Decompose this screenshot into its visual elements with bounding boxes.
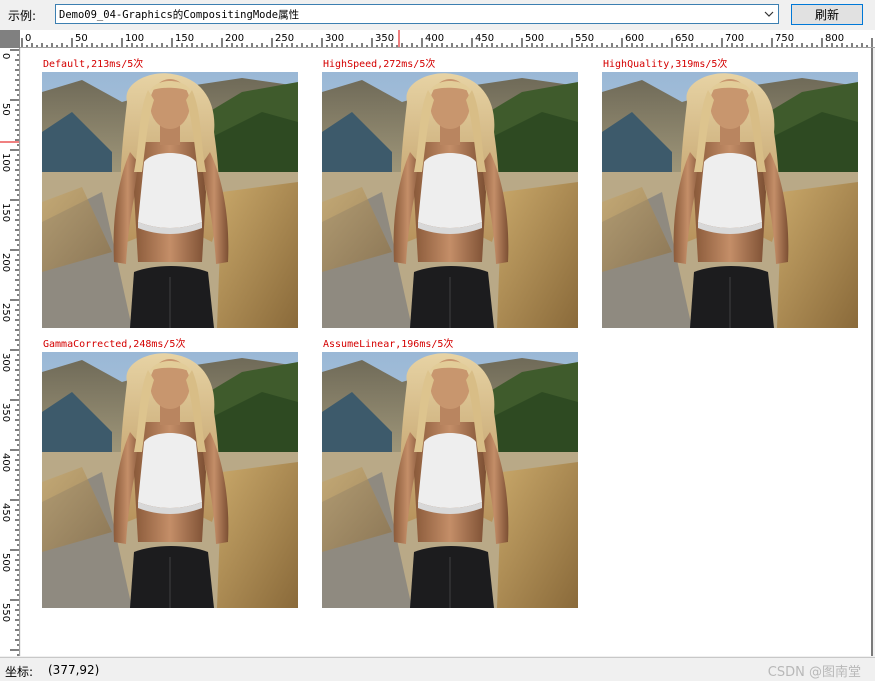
ruler-top-label: 500 — [525, 33, 544, 44]
ruler-top-label: 100 — [125, 33, 144, 44]
status-bar: 坐标: (377,92) CSDN @图南堂 — [0, 657, 875, 681]
ruler-top-label: 200 — [225, 33, 244, 44]
ruler-left-label: 400 — [0, 453, 11, 472]
cell-title-default: Default,213ms/5次 — [43, 59, 144, 70]
ruler-top-label: 350 — [375, 33, 394, 44]
watermark-text: CSDN @图南堂 — [767, 665, 861, 680]
ruler-corner — [0, 30, 20, 48]
ruler-top-label: 150 — [175, 33, 194, 44]
coords-label: 坐标: — [5, 665, 34, 679]
cell-title-assumelinear: AssumeLinear,196ms/5次 — [323, 339, 454, 350]
photo-highquality — [602, 72, 858, 328]
ruler-left-label: 500 — [0, 553, 11, 572]
refresh-button[interactable]: 刷新 — [791, 4, 863, 25]
photo-gammacorrected — [42, 352, 298, 608]
example-label: 示例: — [8, 9, 37, 23]
cell-title-highquality: HighQuality,319ms/5次 — [603, 59, 728, 70]
ruler-top-label: 50 — [75, 33, 88, 44]
ruler-left-label: 50 — [0, 103, 11, 116]
cell-title-gammacorrected: GammaCorrected,248ms/5次 — [43, 339, 186, 350]
photo-highspeed — [322, 72, 578, 328]
toolbar: 示例: Demo09_04-Graphics的CompositingMode属性… — [0, 0, 875, 30]
ruler-left-label: 150 — [0, 203, 11, 222]
ruler-top-label: 450 — [475, 33, 494, 44]
ruler-left-label: 0 — [0, 53, 11, 59]
vertical-ruler: 0 50 100 150 200 250 300 350 400 450 500 550 — [0, 48, 20, 656]
ruler-top-label: 750 — [775, 33, 794, 44]
photo-default — [42, 72, 298, 328]
chevron-down-icon[interactable] — [762, 7, 776, 21]
ruler-top-label: 700 — [725, 33, 744, 44]
ruler-top-label: 250 — [275, 33, 294, 44]
ruler-left-label: 550 — [0, 603, 11, 622]
horizontal-ruler: 0 50 100 150 200 250 300 350 400 450 500 550 600 650 7… — [20, 30, 875, 48]
ruler-left-label: 100 — [0, 153, 11, 172]
ruler-top-label: 300 — [325, 33, 344, 44]
coords-value: (377,92) — [48, 663, 100, 677]
ruler-top-label: 650 — [675, 33, 694, 44]
ruler-left-label: 300 — [0, 353, 11, 372]
ruler-top-label: 0 — [25, 33, 31, 44]
example-select-value: Demo09_04-Graphics的CompositingMode属性 — [59, 9, 300, 21]
ruler-left-label: 250 — [0, 303, 11, 322]
ruler-left-label: 350 — [0, 403, 11, 422]
example-select[interactable]: Demo09_04-Graphics的CompositingMode属性 — [55, 4, 779, 24]
ruler-left-label: 450 — [0, 503, 11, 522]
ruler-left-label: 200 — [0, 253, 11, 272]
app-window: 示例: Demo09_04-Graphics的CompositingMode属性… — [0, 0, 875, 681]
ruler-top-label: 600 — [625, 33, 644, 44]
ruler-top-label: 800 — [825, 33, 844, 44]
drawing-canvas[interactable]: Default,213ms/5次 HighSpeed,272ms/5次 High… — [21, 48, 873, 656]
ruler-top-label: 550 — [575, 33, 594, 44]
cell-title-highspeed: HighSpeed,272ms/5次 — [323, 59, 436, 70]
photo-assumelinear — [322, 352, 578, 608]
ruler-top-label: 400 — [425, 33, 444, 44]
